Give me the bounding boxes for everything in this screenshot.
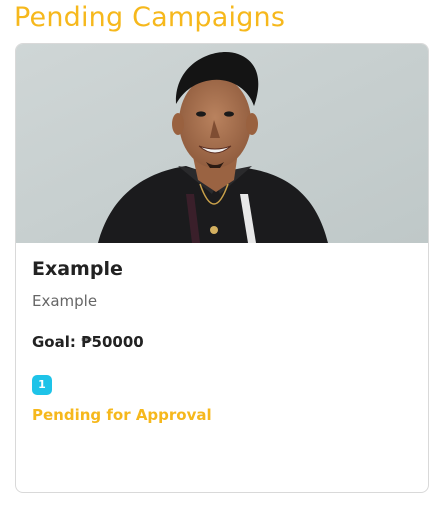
campaign-description: Example [32,292,98,310]
campaign-card[interactable]: Example Example Goal: ₱50000 1 Pending f… [15,43,429,493]
status-label: Pending for Approval [32,406,212,424]
campaign-title: Example [32,258,123,280]
campaign-goal: Goal: ₱50000 [32,333,144,351]
campaign-photo [16,44,428,243]
count-badge: 1 [32,375,52,395]
page-title: Pending Campaigns [14,2,286,33]
